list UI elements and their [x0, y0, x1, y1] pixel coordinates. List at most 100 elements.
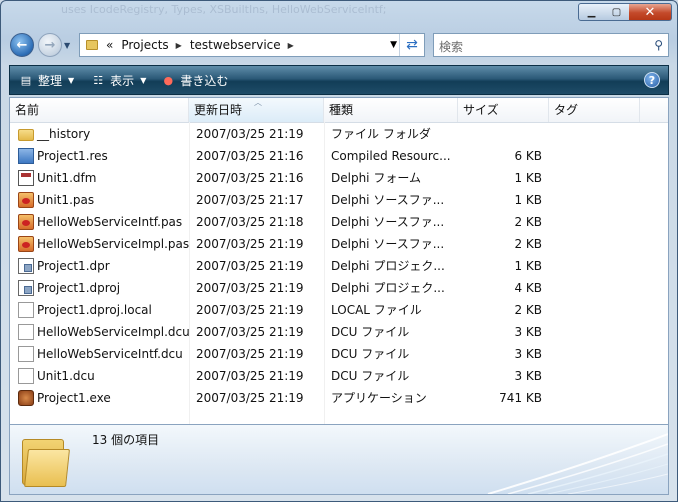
- details-pane: 13 個の項目: [9, 425, 669, 495]
- file-name-cell[interactable]: Project1.res: [18, 145, 190, 167]
- breadcrumb-testwebservice[interactable]: testwebservice: [190, 38, 281, 52]
- file-type: Delphi プロジェク...: [331, 259, 445, 273]
- file-date: 2007/03/25 21:17: [196, 193, 304, 207]
- item-count: 13 個の項目: [92, 433, 160, 447]
- file-row[interactable]: Unit1.pas 2007/03/25 21:17 Delphi ソースファ...…: [10, 189, 668, 211]
- file-list[interactable]: 名前 更新日時 種類 サイズ タグ ︿ __history 2007/03/25 …: [9, 97, 669, 425]
- file-type: DCU ファイル: [331, 347, 410, 361]
- maximize-button[interactable]: ▢: [604, 3, 630, 21]
- file-name: Project1.dproj.local: [37, 303, 152, 317]
- file-row[interactable]: HelloWebServiceIntf.dcu 2007/03/25 21:19 D…: [10, 343, 668, 365]
- column-header-row: 名前 更新日時 種類 サイズ タグ ︿: [10, 98, 668, 123]
- column-header-name[interactable]: 名前: [10, 98, 189, 122]
- file-name: Unit1.dfm: [37, 171, 97, 185]
- file-size: 1 KB: [514, 259, 542, 273]
- delphi-source-icon: [18, 192, 34, 208]
- generic-file-icon: [18, 324, 34, 340]
- file-size: 3 KB: [514, 369, 542, 383]
- column-header-tags[interactable]: タグ: [549, 98, 640, 122]
- file-type: Delphi フォーム: [331, 171, 421, 185]
- breadcrumb-arrow-icon[interactable]: ▶: [288, 41, 294, 50]
- file-size: 741 KB: [499, 391, 542, 405]
- minimize-button[interactable]: ▁: [578, 3, 605, 21]
- folder-icon: [18, 129, 34, 141]
- file-row[interactable]: __history 2007/03/25 21:19 ファイル フォルダ: [10, 123, 668, 145]
- close-icon: ✕: [644, 4, 656, 20]
- column-header-size[interactable]: サイズ: [458, 98, 549, 122]
- file-name-cell[interactable]: HelloWebServiceImpl.dcu: [18, 321, 190, 343]
- file-name: Project1.res: [37, 149, 108, 163]
- file-date: 2007/03/25 21:16: [196, 171, 304, 185]
- views-icon: ☷: [93, 73, 104, 87]
- file-name: HelloWebServiceImpl.pas: [37, 237, 190, 251]
- file-type: ファイル フォルダ: [331, 127, 431, 141]
- file-row[interactable]: Project1.dpr 2007/03/25 21:19 Delphi プロジェク…: [10, 255, 668, 277]
- file-row[interactable]: Project1.exe 2007/03/25 21:19 アプリケーション 741 …: [10, 387, 668, 409]
- file-type: Delphi ソースファ...: [331, 193, 445, 207]
- file-type: DCU ファイル: [331, 325, 410, 339]
- file-size: 6 KB: [514, 149, 542, 163]
- close-button[interactable]: ✕: [629, 3, 672, 21]
- file-name-cell[interactable]: Unit1.dfm: [18, 167, 190, 189]
- file-name-cell[interactable]: Project1.exe: [18, 387, 190, 409]
- file-row[interactable]: HelloWebServiceImpl.pas 2007/03/25 21:19 D…: [10, 233, 668, 255]
- burn-label: 書き込む: [180, 73, 229, 88]
- search-icon[interactable]: ⚲: [654, 38, 663, 52]
- organize-menu-button[interactable]: ▤ 整理 ▼: [18, 66, 74, 94]
- address-dropdown-icon[interactable]: ▼: [390, 40, 397, 50]
- column-header-type[interactable]: 種類: [324, 98, 458, 122]
- file-size: 2 KB: [514, 237, 542, 251]
- breadcrumb-arrow-icon[interactable]: ▶: [176, 41, 182, 50]
- file-type: Delphi プロジェク...: [331, 281, 445, 295]
- file-name: Project1.exe: [37, 391, 111, 405]
- search-box[interactable]: 検索 ⚲: [433, 33, 669, 57]
- title-bar[interactable]: uses IcodeRegistry, Types, XSBuiltIns, H…: [1, 1, 677, 29]
- refresh-icon[interactable]: ⇄: [399, 34, 424, 56]
- views-menu-button[interactable]: ☷ 表示 ▼: [90, 66, 146, 94]
- file-name-cell[interactable]: HelloWebServiceImpl.pas: [18, 233, 190, 255]
- file-name-cell[interactable]: Unit1.pas: [18, 189, 190, 211]
- file-type: Compiled Resourc...: [331, 149, 451, 163]
- file-row[interactable]: HelloWebServiceImpl.dcu 2007/03/25 21:19 D…: [10, 321, 668, 343]
- address-bar[interactable]: « Projects ▶ testwebservice ▶ ▼ ⇄: [79, 33, 425, 57]
- file-date: 2007/03/25 21:19: [196, 347, 304, 361]
- generic-file-icon: [18, 368, 34, 384]
- search-input[interactable]: 検索: [439, 38, 463, 55]
- file-date: 2007/03/25 21:19: [196, 303, 304, 317]
- recent-pages-dropdown-icon[interactable]: ▼: [64, 41, 70, 50]
- views-label: 表示: [110, 73, 135, 88]
- generic-file-icon: [18, 346, 34, 362]
- file-row[interactable]: Unit1.dfm 2007/03/25 21:16 Delphi フォーム 1 KB: [10, 167, 668, 189]
- file-name-cell[interactable]: Project1.dproj.local: [18, 299, 190, 321]
- file-size: 1 KB: [514, 171, 542, 185]
- file-size: 4 KB: [514, 281, 542, 295]
- file-name: HelloWebServiceIntf.dcu: [37, 347, 183, 361]
- file-row[interactable]: Project1.dproj.local 2007/03/25 21:19 LOCA…: [10, 299, 668, 321]
- folder-icon: [86, 40, 98, 50]
- back-button[interactable]: ←: [10, 33, 34, 57]
- burn-button[interactable]: ● 書き込む: [160, 66, 229, 94]
- file-date: 2007/03/25 21:19: [196, 237, 304, 251]
- organize-icon: ▤: [20, 73, 32, 87]
- file-name-cell[interactable]: HelloWebServiceIntf.pas: [18, 211, 190, 233]
- file-row[interactable]: Unit1.dcu 2007/03/25 21:19 DCU ファイル 3 KB: [10, 365, 668, 387]
- file-name-cell[interactable]: __history: [18, 123, 190, 145]
- file-name-cell[interactable]: Unit1.dcu: [18, 365, 190, 387]
- explorer-window: uses IcodeRegistry, Types, XSBuiltIns, H…: [0, 0, 678, 502]
- file-row[interactable]: HelloWebServiceIntf.pas 2007/03/25 21:18 D…: [10, 211, 668, 233]
- file-name: Project1.dproj: [37, 281, 121, 295]
- file-row[interactable]: Project1.dproj 2007/03/25 21:19 Delphi プロジ…: [10, 277, 668, 299]
- sort-ascending-icon: ︿: [254, 98, 262, 107]
- file-row[interactable]: Project1.res 2007/03/25 21:16 Compiled Res…: [10, 145, 668, 167]
- file-name-cell[interactable]: Project1.dproj: [18, 277, 190, 299]
- file-size: 2 KB: [514, 303, 542, 317]
- address-overflow-chevron[interactable]: «: [106, 38, 113, 52]
- file-type: DCU ファイル: [331, 369, 410, 383]
- help-icon[interactable]: ?: [644, 72, 660, 88]
- file-name-cell[interactable]: HelloWebServiceIntf.dcu: [18, 343, 190, 365]
- breadcrumb-projects[interactable]: Projects: [121, 38, 168, 52]
- file-name-cell[interactable]: Project1.dpr: [18, 255, 190, 277]
- delphi-form-icon: [18, 170, 34, 186]
- file-date: 2007/03/25 21:19: [196, 259, 304, 273]
- forward-button[interactable]: →: [38, 33, 62, 57]
